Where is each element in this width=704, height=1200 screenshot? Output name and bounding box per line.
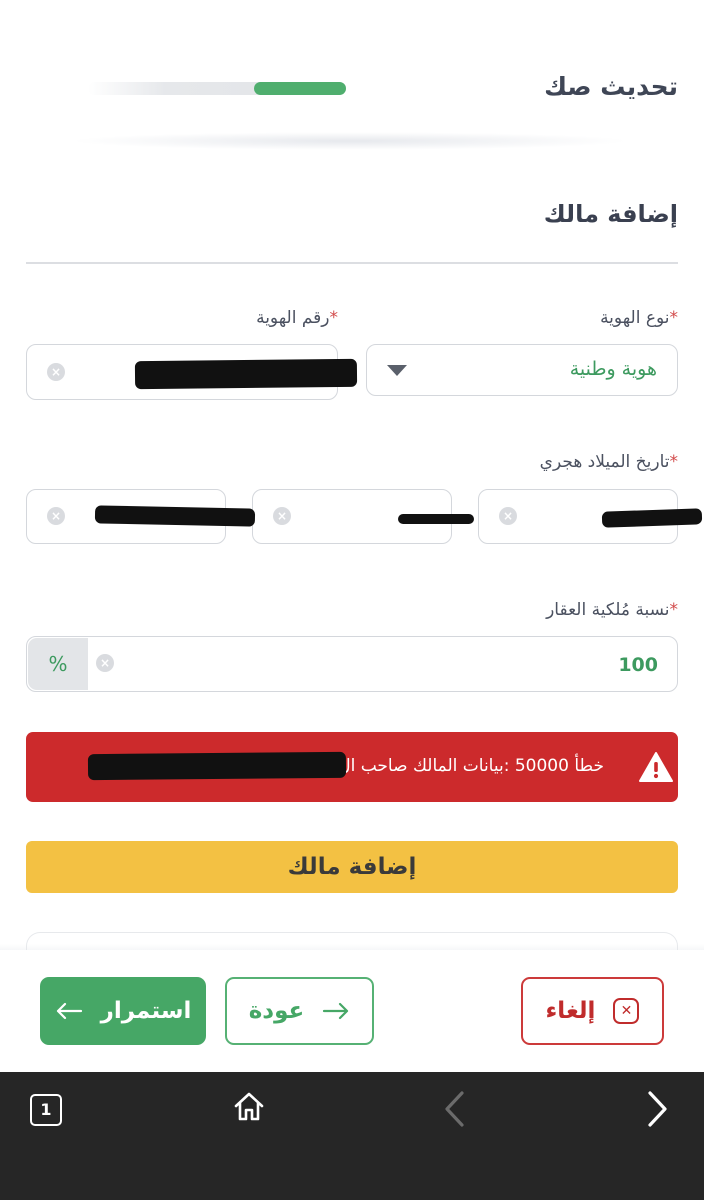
- clear-icon[interactable]: ×: [499, 507, 517, 525]
- ownership-percentage-input[interactable]: [26, 636, 678, 692]
- continue-button[interactable]: استمرار: [40, 977, 206, 1045]
- progress-fill: [254, 82, 346, 95]
- chevron-down-icon[interactable]: [387, 365, 407, 376]
- percent-addon: %: [28, 638, 88, 690]
- redacted-id-number: [134, 358, 358, 390]
- id-number-label-text: رقم الهوية: [256, 308, 330, 328]
- arrow-right-icon: [323, 1002, 349, 1020]
- id-type-value: هوية وطنية: [569, 358, 657, 380]
- add-owner-button[interactable]: إضافة مالك: [26, 841, 678, 893]
- birth-date-label: *تاريخ الميلاد هجري: [540, 452, 678, 472]
- clear-icon[interactable]: ×: [96, 654, 114, 672]
- clear-icon[interactable]: ×: [47, 363, 65, 381]
- back-label: عودة: [248, 998, 305, 1024]
- cancel-label: إلغاء: [545, 998, 596, 1024]
- clear-icon[interactable]: ×: [47, 507, 65, 525]
- close-box-icon: ✕: [613, 998, 640, 1024]
- header-divider: [70, 132, 630, 150]
- redacted-error-detail: [87, 751, 347, 781]
- chevron-right-icon[interactable]: [644, 1090, 670, 1128]
- page-title: تحديث صك: [544, 72, 678, 101]
- arrow-left-icon: [56, 1002, 82, 1020]
- continue-label: استمرار: [100, 998, 192, 1024]
- required-marker: *: [329, 308, 339, 328]
- id-type-label: *نوع الهوية: [600, 308, 678, 328]
- required-marker: *: [669, 308, 679, 328]
- tabs-button[interactable]: 1: [30, 1094, 62, 1126]
- back-button[interactable]: عودة: [225, 977, 374, 1045]
- ownership-label-text: نسبة مُلكية العقار: [546, 600, 670, 620]
- ownership-value: 100: [618, 654, 658, 676]
- browser-toolbar: [0, 1072, 704, 1200]
- required-marker: *: [669, 600, 679, 620]
- cancel-button[interactable]: إلغاء ✕: [521, 977, 664, 1045]
- id-type-select[interactable]: هوية وطنية: [366, 344, 678, 396]
- redacted-birth-year: [94, 505, 256, 527]
- redacted-birth-month: [398, 514, 474, 524]
- redacted-birth-day: [601, 508, 703, 528]
- id-type-label-text: نوع الهوية: [600, 308, 670, 328]
- section-title: إضافة مالك: [543, 200, 678, 228]
- home-icon[interactable]: [232, 1090, 266, 1124]
- ownership-label: *نسبة مُلكية العقار: [546, 600, 678, 620]
- birth-date-label-text: تاريخ الميلاد هجري: [539, 452, 670, 472]
- required-marker: *: [669, 452, 679, 472]
- error-message: خطأ 50000 :بيانات المالك صاحب ال: [338, 756, 604, 776]
- id-number-label: *رقم الهوية: [256, 308, 338, 328]
- clear-icon[interactable]: ×: [273, 507, 291, 525]
- section-divider: [26, 262, 678, 264]
- warning-icon: [639, 752, 673, 782]
- chevron-left-icon[interactable]: [442, 1090, 468, 1128]
